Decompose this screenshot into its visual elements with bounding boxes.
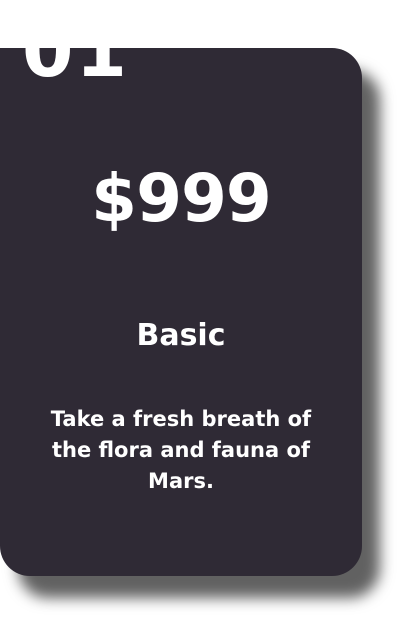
plan-name: Basic	[136, 318, 226, 353]
plan-description: Take a fresh breath of the flora and fau…	[50, 407, 312, 493]
pricing-card-basic[interactable]: 01 $999 Basic Take a fresh breath of the…	[0, 48, 362, 576]
plan-number: 01	[22, 48, 129, 94]
pricing-stage: 01 $999 Basic Take a fresh breath of the…	[0, 0, 412, 620]
plan-price: $999	[91, 160, 272, 237]
